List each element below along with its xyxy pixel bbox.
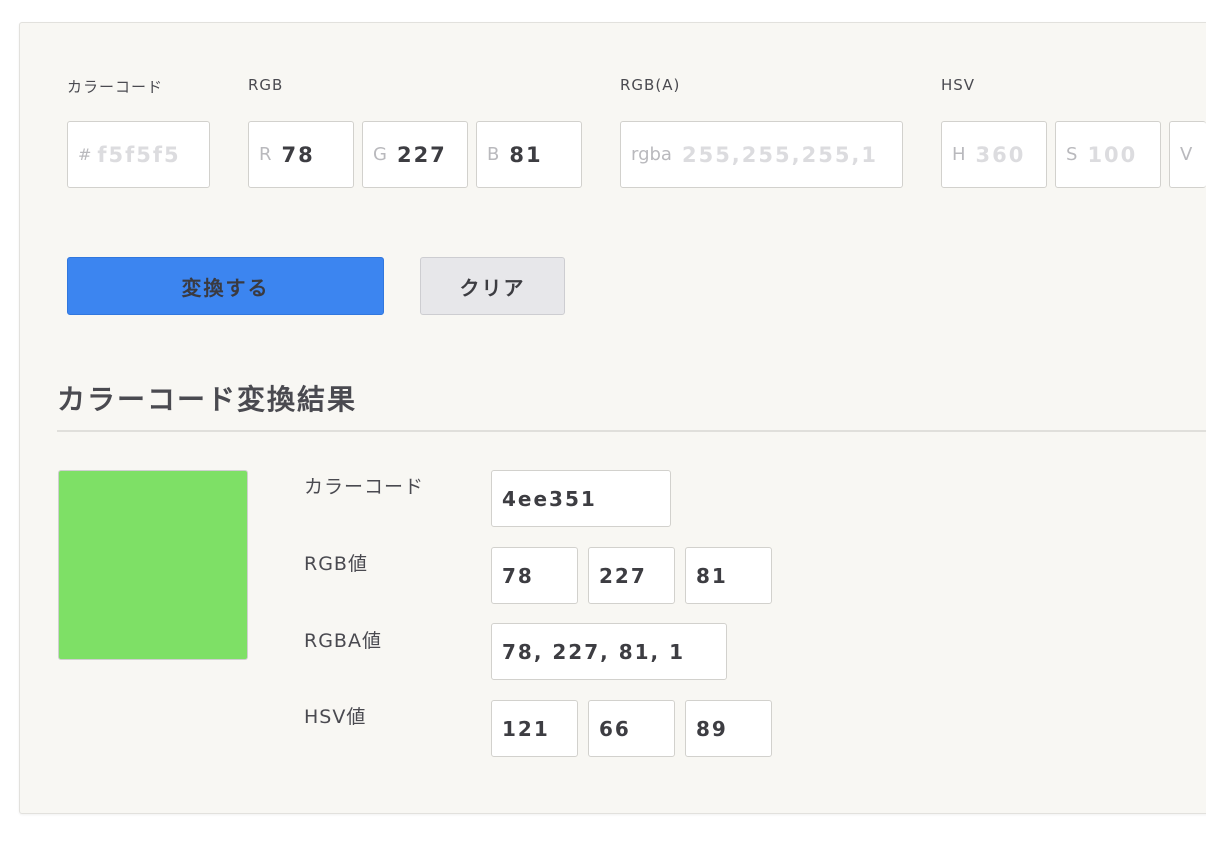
result-rgba-output[interactable]: 78, 227, 81, 1 xyxy=(491,623,727,680)
result-color-code-output[interactable]: 4ee351 xyxy=(491,470,671,527)
rgba-input[interactable]: rgba 255,255,255,1 xyxy=(620,121,903,188)
r-prefix: R xyxy=(259,144,272,165)
s-prefix: S xyxy=(1066,144,1078,165)
v-input[interactable]: V xyxy=(1169,121,1206,188)
color-swatch xyxy=(58,470,248,660)
result-b-output[interactable]: 81 xyxy=(685,547,772,604)
section-divider xyxy=(57,430,1206,432)
s-placeholder: 100 xyxy=(1087,142,1138,167)
hsv-label: HSV xyxy=(941,76,976,94)
g-input[interactable]: G 227 xyxy=(362,121,468,188)
b-value: 81 xyxy=(509,142,543,167)
result-v-output[interactable]: 89 xyxy=(685,700,772,757)
result-r-output[interactable]: 78 xyxy=(491,547,578,604)
rgba-placeholder: 255,255,255,1 xyxy=(681,142,879,167)
result-s-output[interactable]: 66 xyxy=(588,700,675,757)
v-prefix: V xyxy=(1180,144,1193,165)
clear-button[interactable]: クリア xyxy=(420,257,565,315)
convert-button[interactable]: 変換する xyxy=(67,257,384,315)
result-color-code-label: カラーコード xyxy=(304,476,425,498)
r-input[interactable]: R 78 xyxy=(248,121,354,188)
color-code-input[interactable]: # f5f5f5 xyxy=(67,121,210,188)
rgb-label: RGB xyxy=(248,76,284,94)
color-code-placeholder: f5f5f5 xyxy=(97,142,181,167)
result-hsv-label: HSV値 xyxy=(304,706,367,728)
g-prefix: G xyxy=(373,144,387,165)
result-title: カラーコード変換結果 xyxy=(57,383,358,416)
result-h-output[interactable]: 121 xyxy=(491,700,578,757)
rgba-prefix: rgba xyxy=(631,144,672,165)
result-rgb-label: RGB値 xyxy=(304,553,368,575)
s-input[interactable]: S 100 xyxy=(1055,121,1161,188)
rgba-label: RGB(A) xyxy=(620,76,681,94)
result-g-output[interactable]: 227 xyxy=(588,547,675,604)
result-rgba-label: RGBA値 xyxy=(304,630,382,652)
h-placeholder: 360 xyxy=(975,142,1026,167)
r-value: 78 xyxy=(281,142,315,167)
h-input[interactable]: H 360 xyxy=(941,121,1047,188)
b-input[interactable]: B 81 xyxy=(476,121,582,188)
color-code-label: カラーコード xyxy=(67,78,164,96)
g-value: 227 xyxy=(396,142,447,167)
b-prefix: B xyxy=(487,144,500,165)
h-prefix: H xyxy=(952,144,966,165)
hash-prefix: # xyxy=(78,145,92,164)
